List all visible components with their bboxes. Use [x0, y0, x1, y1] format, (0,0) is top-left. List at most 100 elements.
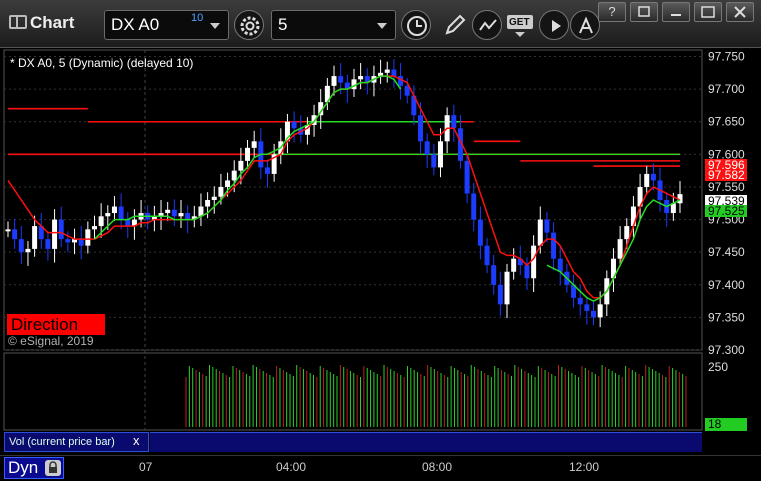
- lock-icon[interactable]: [45, 460, 61, 476]
- price-bar-body: [591, 310, 597, 318]
- price-bar-body: [437, 141, 443, 168]
- x-label-07: 07: [139, 460, 153, 474]
- price-bar-body: [238, 160, 244, 171]
- price-bar-body: [577, 297, 583, 305]
- restore-button[interactable]: [630, 2, 658, 22]
- price-bar-body: [537, 219, 543, 246]
- price-bar-body: [617, 239, 623, 259]
- volume-tag: 18: [705, 418, 747, 431]
- price-bar-body: [464, 160, 470, 194]
- price-tick-label: 97.450: [708, 245, 745, 259]
- price-bar-body: [471, 193, 477, 220]
- price-bar-body: [597, 304, 603, 318]
- studies-button[interactable]: [472, 10, 502, 40]
- price-bar-body: [418, 115, 424, 142]
- symbol-value: DX A0: [111, 15, 160, 34]
- time-button[interactable]: [401, 10, 431, 40]
- price-bar-body: [85, 229, 91, 246]
- chevron-down-icon[interactable]: [210, 23, 220, 29]
- get-data-button[interactable]: GET: [505, 10, 537, 40]
- price-bar-body: [531, 245, 537, 279]
- chart-app-icon: [9, 15, 27, 29]
- symbol-input[interactable]: DX A0 10: [104, 10, 229, 40]
- alert-button[interactable]: [570, 10, 600, 40]
- price-bar-body: [491, 265, 497, 285]
- volume-label-band: [150, 432, 702, 452]
- settings-gear-button[interactable]: [234, 10, 264, 40]
- price-bar-body: [477, 219, 483, 246]
- price-bar-body: [504, 271, 510, 305]
- price-bar-body: [557, 258, 563, 272]
- price-bar-body: [497, 284, 503, 305]
- pencil-icon: [445, 14, 466, 35]
- price-bar-body: [451, 115, 457, 129]
- price-pane-frame: [3, 49, 703, 351]
- close-button[interactable]: [726, 2, 754, 22]
- price-bar-body: [185, 213, 191, 220]
- price-bar-body: [225, 180, 231, 187]
- line-chart-icon: [479, 19, 497, 31]
- price-bar-body: [431, 154, 437, 168]
- alert-a-icon: [579, 16, 593, 34]
- minimize-button[interactable]: [662, 2, 690, 22]
- price-bar-body: [171, 209, 177, 217]
- price-bar-body: [12, 229, 18, 240]
- price-bar-body: [45, 239, 51, 249]
- price-bar-body: [5, 229, 11, 232]
- price-bar-body: [391, 69, 397, 77]
- price-bar-body: [338, 76, 344, 83]
- play-icon: [552, 20, 561, 32]
- gear-icon: [240, 16, 260, 36]
- price-bar-body: [584, 304, 590, 311]
- price-bar-body: [25, 248, 31, 253]
- price-bar-body: [52, 219, 58, 249]
- interval-input[interactable]: 5: [271, 10, 396, 40]
- price-chart[interactable]: 97.75097.70097.65097.60097.55097.50097.4…: [0, 48, 761, 455]
- restore-icon: [638, 6, 650, 17]
- price-bar-body: [78, 239, 84, 246]
- price-tick-label: 97.550: [708, 180, 745, 194]
- chart-symbol-label: * DX A0, 5 (Dynamic) (delayed 10): [10, 56, 194, 70]
- delay-badge: 10: [191, 12, 204, 24]
- price-bar-body: [91, 226, 97, 230]
- price-bar-body: [65, 239, 71, 243]
- price-bar-body: [644, 173, 650, 187]
- maximize-button[interactable]: [694, 2, 722, 22]
- volume-close-button[interactable]: x: [133, 433, 140, 448]
- help-button[interactable]: ?: [598, 2, 626, 22]
- price-tick-label: 97.400: [708, 278, 745, 292]
- clock-icon: [407, 16, 427, 36]
- maximize-icon: [701, 6, 715, 18]
- volume-study-label[interactable]: Vol (current price bar): [4, 432, 149, 452]
- price-bar-body: [291, 121, 297, 129]
- price-bar-body: [424, 141, 430, 155]
- price-bar-body: [624, 226, 630, 240]
- window-title: Chart: [30, 13, 75, 32]
- price-bar-body: [178, 213, 184, 217]
- price-bar-body: [18, 239, 24, 253]
- price-bar-body: [331, 76, 337, 86]
- volume-pane-frame: [3, 352, 703, 431]
- price-tick-label: 97.650: [708, 115, 745, 129]
- price-bar-body: [384, 69, 390, 73]
- price-bar-body: [551, 232, 557, 259]
- interval-value: 5: [278, 15, 288, 34]
- price-tick-label: 97.300: [708, 343, 745, 357]
- price-bar-body: [524, 265, 530, 279]
- price-bar-body: [245, 147, 251, 161]
- chevron-down-icon[interactable]: [377, 23, 387, 29]
- price-bar-body: [118, 206, 124, 220]
- price-bar-body: [32, 226, 38, 249]
- price-tag-red-lower: 97.582: [705, 169, 747, 181]
- volume-tick-label: 250: [708, 360, 728, 374]
- price-tick-label: 97.750: [708, 50, 745, 64]
- direction-label: Direction: [7, 314, 105, 335]
- x-label-0800: 08:00: [422, 460, 453, 474]
- copyright-text: © eSignal, 2019: [8, 334, 94, 348]
- price-bar-body: [264, 167, 270, 174]
- price-bar-body: [105, 213, 111, 217]
- price-bar-body: [358, 76, 364, 80]
- draw-tool-button[interactable]: [440, 10, 470, 40]
- price-bar-body: [205, 200, 211, 207]
- play-button[interactable]: [539, 10, 569, 40]
